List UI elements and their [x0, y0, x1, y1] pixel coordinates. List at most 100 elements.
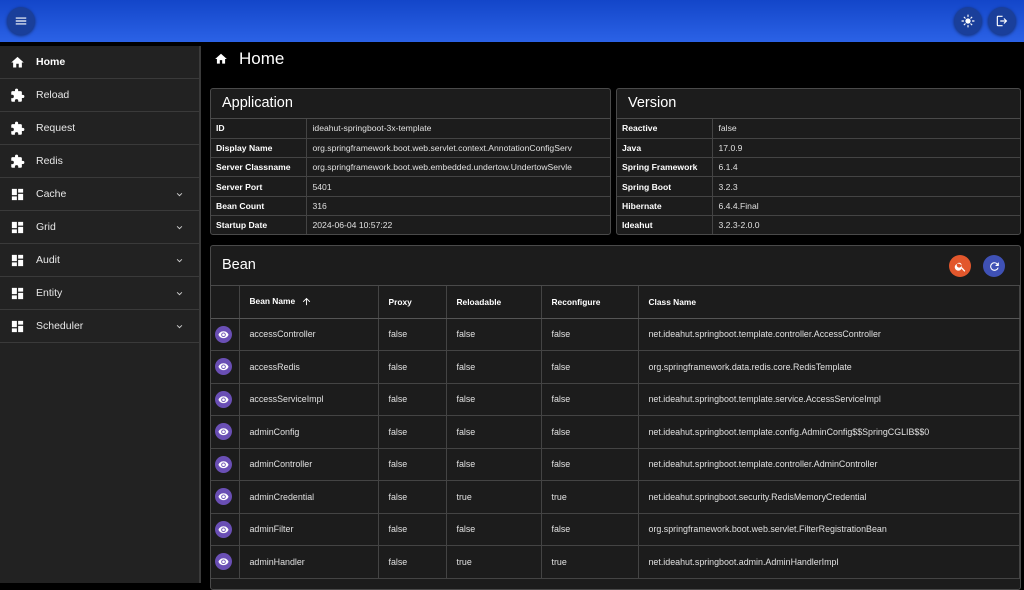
chevron-down-icon — [176, 258, 183, 263]
sidebar-item-label: Grid — [36, 221, 56, 233]
refresh-icon — [989, 261, 999, 271]
sidebar-item-audit[interactable]: Audit — [0, 244, 199, 277]
sidebar-item-redis[interactable]: Redis — [0, 145, 199, 178]
sidebar-nav: Home Reload Request Redis Cache Grid Aud… — [0, 46, 201, 583]
application-value: 316 — [306, 196, 610, 216]
puzzle-icon — [11, 121, 25, 135]
view-button[interactable] — [215, 423, 232, 441]
view-button[interactable] — [215, 325, 232, 343]
column-header-class-name[interactable]: Class Name — [638, 286, 1020, 319]
class-name-cell: org.springframework.data.redis.core.Redi… — [638, 350, 1020, 384]
reconfigure-cell: false — [541, 448, 639, 481]
sidebar-item-reload[interactable]: Reload — [0, 79, 199, 112]
action-cell — [211, 545, 240, 579]
puzzle-icon — [11, 154, 25, 168]
bean-name-cell: adminController — [239, 448, 379, 481]
sidebar-item-label: Home — [36, 56, 66, 68]
view-button[interactable] — [215, 358, 232, 376]
version-row: Java 17.0.9 — [617, 138, 1020, 159]
version-key: Java — [617, 138, 713, 159]
application-row: Bean Count 316 — [211, 196, 610, 216]
sidebar-item-label: Scheduler — [36, 320, 84, 332]
application-value: 2024-06-04 10:57:22 — [306, 215, 610, 234]
action-cell — [211, 318, 240, 351]
bean-card-header: Bean — [211, 246, 1020, 286]
application-value: org.springframework.boot.web.servlet.con… — [306, 138, 610, 159]
eye-icon — [218, 363, 229, 371]
view-button[interactable] — [215, 390, 232, 408]
reloadable-cell: false — [446, 513, 542, 546]
view-button[interactable] — [215, 520, 232, 538]
theme-toggle-button[interactable] — [954, 7, 982, 35]
application-card-title: Application — [211, 89, 610, 119]
search-button[interactable] — [949, 255, 971, 277]
application-row: Display Name org.springframework.boot.web… — [211, 138, 610, 159]
chevron-down-icon — [176, 225, 183, 230]
column-header-reloadable[interactable]: Reloadable — [446, 286, 542, 319]
logout-button[interactable] — [988, 7, 1016, 35]
column-header-reconfigure[interactable]: Reconfigure — [541, 286, 639, 319]
sidebar-item-grid[interactable]: Grid — [0, 211, 199, 244]
column-header-proxy[interactable]: Proxy — [378, 286, 447, 319]
eye-icon — [218, 331, 229, 338]
sidebar-item-scheduler[interactable]: Scheduler — [0, 310, 199, 343]
version-key: Spring Framework — [617, 157, 713, 178]
class-name-cell: net.ideahut.springboot.template.config.A… — [638, 415, 1020, 449]
home-icon — [215, 53, 227, 64]
proxy-cell: false — [378, 415, 447, 449]
application-row: ID ideahut-springboot-3x-template — [211, 119, 610, 139]
top-app-bar — [0, 0, 1024, 42]
sidebar-item-label: Reload — [36, 89, 70, 101]
proxy-cell: false — [378, 545, 447, 579]
action-column-header — [211, 286, 240, 319]
application-row: Server Port 5401 — [211, 176, 610, 197]
eye-icon — [218, 526, 229, 533]
search-icon — [954, 262, 965, 272]
proxy-cell: false — [378, 513, 447, 546]
view-button[interactable] — [215, 488, 232, 506]
reconfigure-cell: true — [541, 480, 639, 514]
table-row: adminFilter false false false org.springfram… — [211, 513, 1020, 546]
view-button[interactable] — [215, 553, 232, 571]
bean-name-cell: adminHandler — [239, 545, 379, 579]
sidebar-item-home[interactable]: Home — [0, 46, 199, 79]
sidebar-item-entity[interactable]: Entity — [0, 277, 199, 310]
sidebar-item-label: Request — [36, 122, 76, 134]
puzzle-icon — [11, 88, 25, 102]
dashboard-icon — [11, 287, 24, 299]
reconfigure-cell: false — [541, 383, 639, 416]
menu-icon — [15, 17, 27, 25]
version-value: 17.0.9 — [712, 138, 1020, 159]
bean-name-cell: adminFilter — [239, 513, 379, 546]
application-key: Startup Date — [211, 215, 307, 234]
reloadable-cell: false — [446, 383, 542, 416]
version-card-title: Version — [617, 89, 1020, 119]
action-cell — [211, 415, 240, 449]
eye-icon — [218, 428, 229, 436]
table-row: accessServiceImpl false false false net.idea… — [211, 383, 1020, 416]
version-value: false — [712, 119, 1020, 139]
column-header-bean-name[interactable]: Bean Name — [239, 286, 379, 319]
sidebar-item-request[interactable]: Request — [0, 112, 199, 145]
version-row: Ideahut 3.2.3-2.0.0 — [617, 215, 1020, 234]
application-table: ID ideahut-springboot-3x-template Display … — [211, 119, 610, 234]
page-title-text: Home — [239, 49, 285, 68]
application-key: Server Port — [211, 176, 307, 197]
sidebar-item-cache[interactable]: Cache — [0, 178, 199, 211]
view-button[interactable] — [215, 455, 232, 473]
refresh-button[interactable] — [983, 255, 1005, 277]
version-card: Version Reactive false Java 17.0.9 Spring Fr… — [616, 88, 1021, 235]
action-cell — [211, 480, 240, 514]
version-value: 6.1.4 — [712, 157, 1020, 178]
table-row: adminConfig false false false net.ideahut.sp… — [211, 415, 1020, 449]
menu-button[interactable] — [7, 7, 35, 35]
proxy-cell: false — [378, 448, 447, 481]
application-row: Server Classname org.springframework.boot… — [211, 157, 610, 178]
dashboard-icon — [11, 221, 24, 233]
bean-name-cell: adminConfig — [239, 415, 379, 449]
class-name-cell: net.ideahut.springboot.admin.AdminHandle… — [638, 545, 1020, 579]
version-value: 3.2.3 — [712, 176, 1020, 197]
class-name-cell: net.ideahut.springboot.security.RedisMem… — [638, 480, 1020, 514]
chevron-down-icon — [176, 192, 183, 197]
reconfigure-cell: false — [541, 415, 639, 449]
